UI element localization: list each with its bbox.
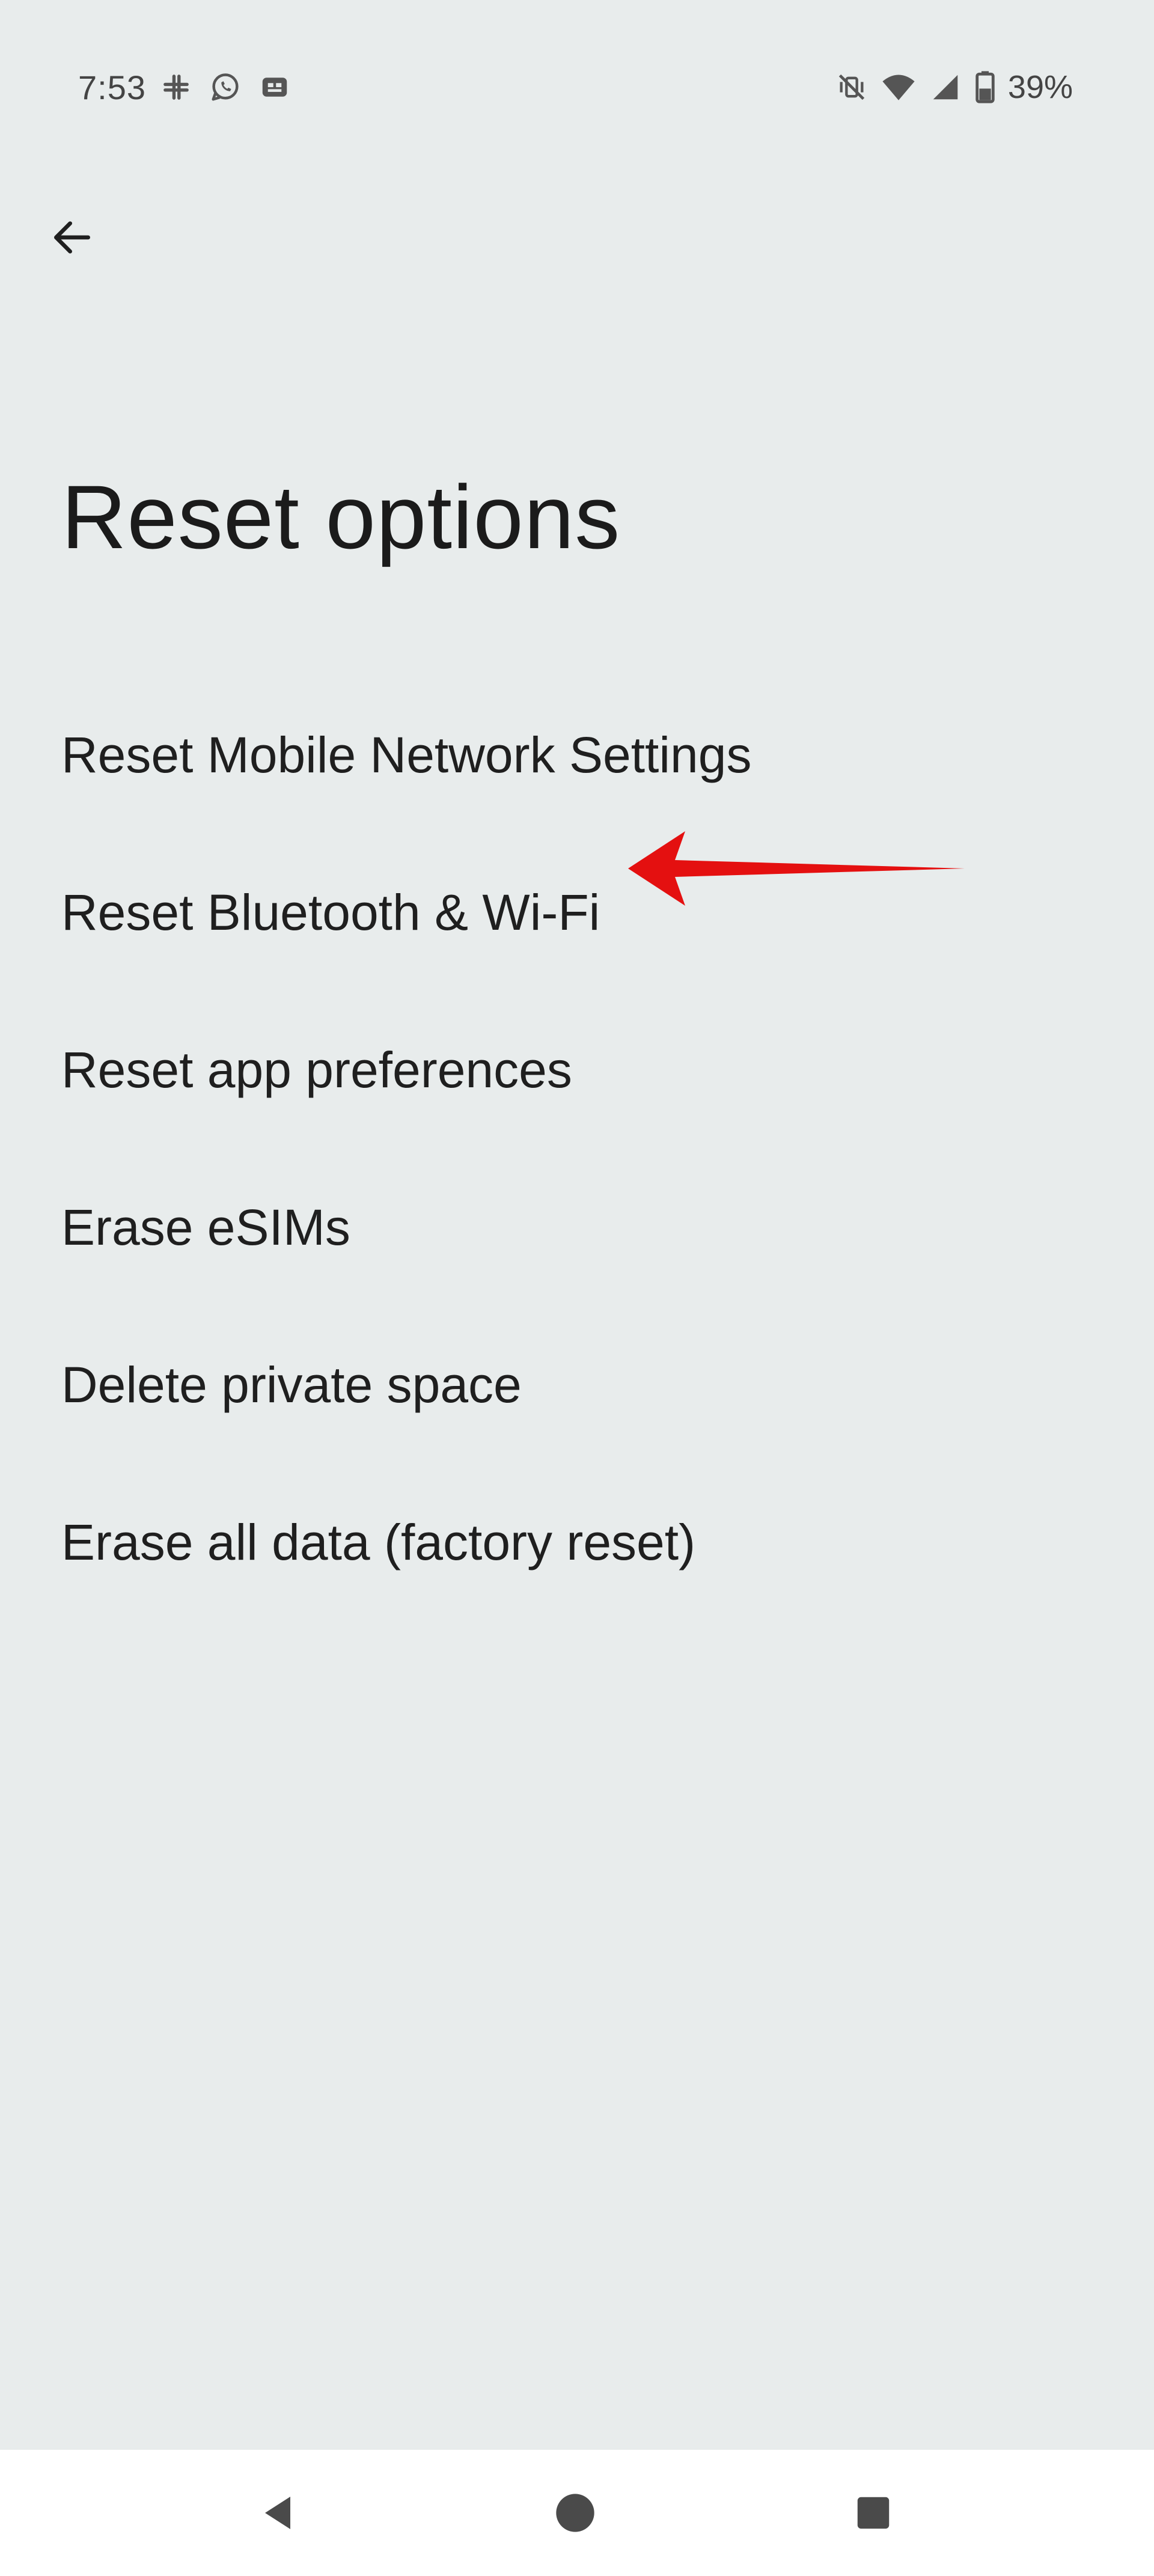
annotation-arrow	[628, 831, 965, 906]
app-icon	[255, 68, 294, 106]
option-reset-bluetooth-wifi[interactable]: Reset Bluetooth & Wi-Fi	[0, 834, 1154, 991]
option-label: Erase all data (factory reset)	[61, 1513, 696, 1570]
back-triangle-icon	[265, 2497, 290, 2529]
battery-icon	[973, 68, 997, 106]
back-button[interactable]	[36, 201, 108, 273]
page-title: Reset options	[61, 466, 621, 567]
wifi-icon	[879, 68, 918, 106]
status-right: 39%	[832, 63, 1073, 111]
status-time: 7:53	[78, 68, 146, 106]
status-bar: 7:53 39%	[0, 0, 1154, 174]
nav-home-button[interactable]	[539, 2477, 611, 2549]
option-erase-esims[interactable]: Erase eSIMs	[0, 1149, 1154, 1306]
vibrate-off-icon	[832, 68, 871, 106]
option-erase-all-data[interactable]: Erase all data (factory reset)	[0, 1463, 1154, 1621]
battery-percent: 39%	[1007, 69, 1073, 105]
option-label: Reset Mobile Network Settings	[61, 726, 752, 783]
navigation-bar	[0, 2450, 1154, 2576]
signal-icon	[926, 68, 965, 106]
arrow-left-icon	[54, 221, 91, 254]
option-reset-mobile-network[interactable]: Reset Mobile Network Settings	[0, 676, 1154, 834]
option-reset-app-preferences[interactable]: Reset app preferences	[0, 991, 1154, 1149]
whatsapp-icon	[206, 68, 245, 106]
option-label: Erase eSIMs	[61, 1198, 350, 1256]
option-label: Reset Bluetooth & Wi-Fi	[61, 884, 600, 941]
nav-recents-button[interactable]	[837, 2477, 909, 2549]
reset-options-list: Reset Mobile Network Settings Reset Blue…	[0, 676, 1154, 1621]
home-circle-icon	[556, 2494, 594, 2532]
option-label: Delete private space	[61, 1356, 522, 1413]
option-delete-private-space[interactable]: Delete private space	[0, 1306, 1154, 1463]
option-label: Reset app preferences	[61, 1041, 572, 1098]
status-left: 7:53	[78, 63, 294, 111]
slack-icon	[157, 68, 195, 106]
nav-back-button[interactable]	[243, 2477, 316, 2549]
recents-square-icon	[857, 2497, 890, 2529]
